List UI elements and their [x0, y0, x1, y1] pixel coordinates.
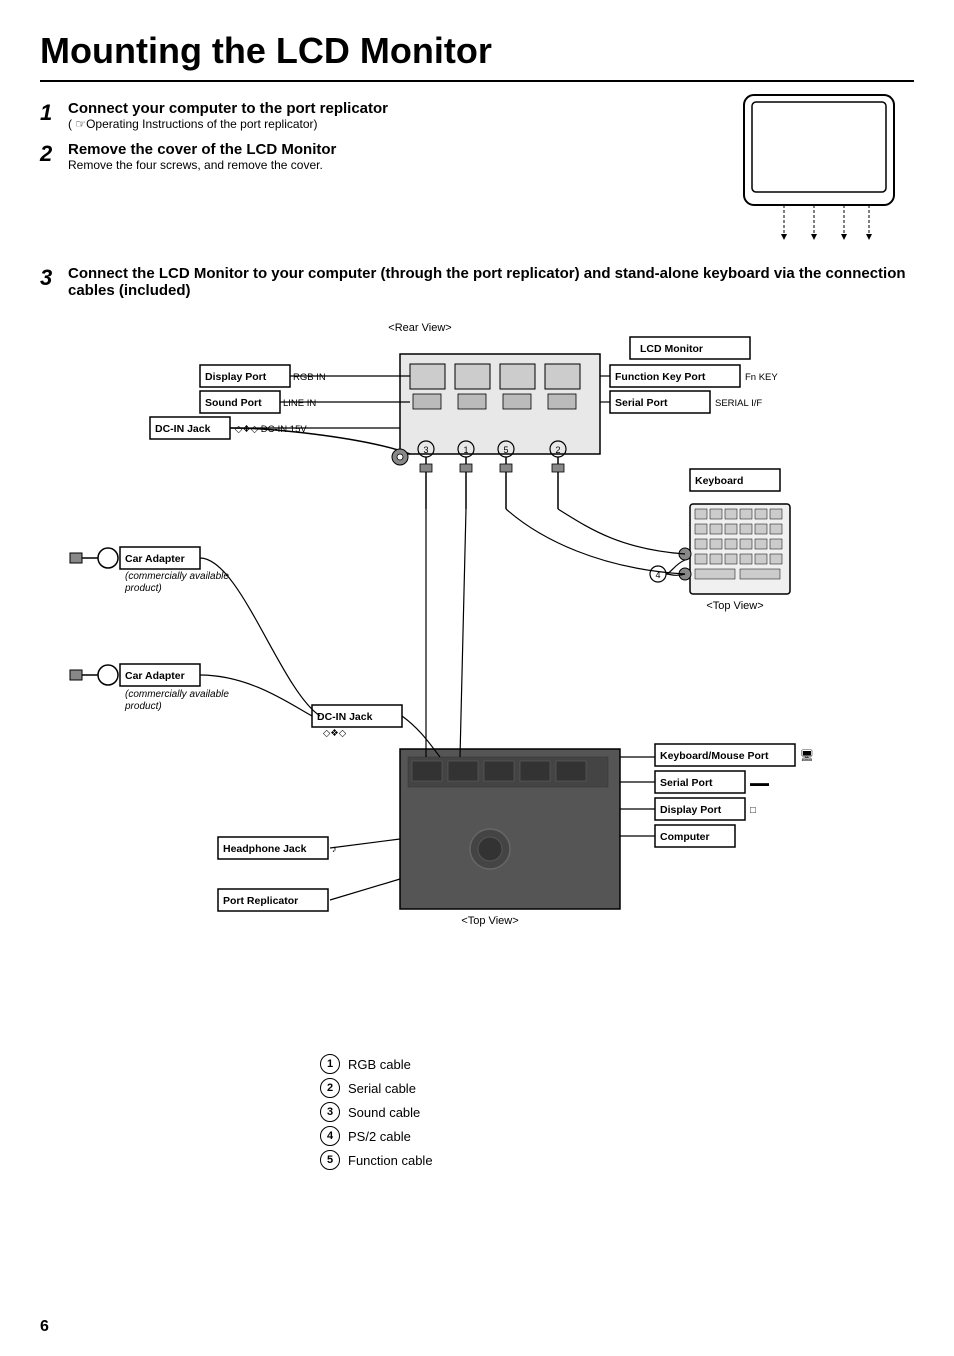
lcd-monitor-label: LCD Monitor: [640, 343, 703, 355]
step-2-row: 2 Remove the cover of the LCD Monitor Re…: [40, 141, 714, 172]
legend-label-4: PS/2 cable: [348, 1129, 411, 1144]
svg-text:♪: ♪: [332, 844, 337, 855]
car-adapter-2-sub: (commercially available: [125, 689, 229, 700]
legend-item-4: 4 PS/2 cable: [320, 1126, 914, 1146]
svg-text:product): product): [124, 701, 162, 712]
legend-num-2: 2: [320, 1078, 340, 1098]
sound-port-label: Sound Port: [205, 397, 262, 409]
dc-in-jack-bottom-label: DC-IN Jack: [317, 711, 373, 723]
title-divider: [40, 80, 914, 82]
display-port-left-label: Display Port: [205, 371, 267, 383]
legend-label-3: Sound cable: [348, 1105, 420, 1120]
fn-key-label: Fn KEY: [745, 372, 778, 383]
diagram-svg: <Rear View> LCD Monitor Function Key Por…: [40, 309, 920, 1029]
legend-num-1: 1: [320, 1054, 340, 1074]
serial-port-top-label: Serial Port: [615, 397, 668, 409]
step-2-number: 2: [40, 141, 68, 167]
step-2-subtitle: Remove the four screws, and remove the c…: [68, 158, 714, 172]
cable-legend: 1 RGB cable 2 Serial cable 3 Sound cable…: [320, 1054, 914, 1170]
legend-label-1: RGB cable: [348, 1057, 411, 1072]
monitor-illustration: [734, 90, 914, 255]
page-number: 6: [40, 1318, 49, 1336]
legend-num-5: 5: [320, 1150, 340, 1170]
rgb-in-label: RGB IN: [293, 372, 326, 383]
svg-text:□: □: [750, 805, 756, 816]
legend-item-3: 3 Sound cable: [320, 1102, 914, 1122]
step-3-title: Connect the LCD Monitor to your computer…: [68, 265, 914, 299]
legend-label-5: Function cable: [348, 1153, 433, 1168]
monitor-svg: [734, 90, 904, 250]
display-port-right-label: Display Port: [660, 804, 722, 816]
line-in-label: LINE IN: [283, 398, 316, 409]
function-key-port-label: Function Key Port: [615, 371, 706, 383]
legend-item-1: 1 RGB cable: [320, 1054, 914, 1074]
svg-text:product): product): [124, 583, 162, 594]
car-adapter-1-label: Car Adapter: [125, 553, 185, 565]
cable-num-1: 1: [463, 445, 468, 455]
car-adapter-1-sub: (commercially available: [125, 571, 229, 582]
top-view-keyboard-label: <Top View>: [706, 600, 763, 612]
step-1-subtitle: ( ☞Operating Instructions of the port re…: [68, 117, 714, 131]
step-2-title: Remove the cover of the LCD Monitor: [68, 141, 714, 158]
rear-view-label: <Rear View>: [388, 322, 451, 334]
top-view-bottom-label: <Top View>: [461, 915, 518, 927]
step-1-number: 1: [40, 100, 68, 126]
step-3-number: 3: [40, 265, 68, 291]
legend-item-5: 5 Function cable: [320, 1150, 914, 1170]
legend-item-2: 2 Serial cable: [320, 1078, 914, 1098]
serial-port-bottom-label: Serial Port: [660, 777, 713, 789]
serial-port-icon: ▬▬: [750, 778, 770, 789]
keyboard-mouse-port-label: Keyboard/Mouse Port: [660, 750, 769, 762]
legend-num-3: 3: [320, 1102, 340, 1122]
car-adapter-2-label: Car Adapter: [125, 670, 185, 682]
cable-num-2: 2: [555, 445, 560, 455]
serial-if-label: SERIAL I/F: [715, 398, 762, 409]
dc-in-bottom-sub: ◇❖◇: [323, 728, 347, 739]
keyboard-label: Keyboard: [695, 475, 743, 487]
computer-label: Computer: [660, 831, 710, 843]
step-1-row: 1 Connect your computer to the port repl…: [40, 100, 714, 131]
dc-in-jack-left-label: DC-IN Jack: [155, 423, 211, 435]
steps-section: 1 Connect your computer to the port repl…: [40, 100, 914, 255]
kb-mouse-icon: 🖥: [800, 749, 814, 762]
legend-label-2: Serial cable: [348, 1081, 416, 1096]
step-3-section: 3 Connect the LCD Monitor to your comput…: [40, 265, 914, 309]
legend-num-4: 4: [320, 1126, 340, 1146]
step-1-title: Connect your computer to the port replic…: [68, 100, 714, 117]
cable-num-3: 3: [423, 445, 428, 455]
cable-num-5: 5: [503, 445, 508, 455]
page-title: Mounting the LCD Monitor: [40, 30, 914, 72]
connection-diagram: <Rear View> LCD Monitor Function Key Por…: [40, 309, 914, 1034]
port-replicator-label: Port Replicator: [223, 895, 298, 907]
headphone-jack-label: Headphone Jack: [223, 843, 307, 855]
